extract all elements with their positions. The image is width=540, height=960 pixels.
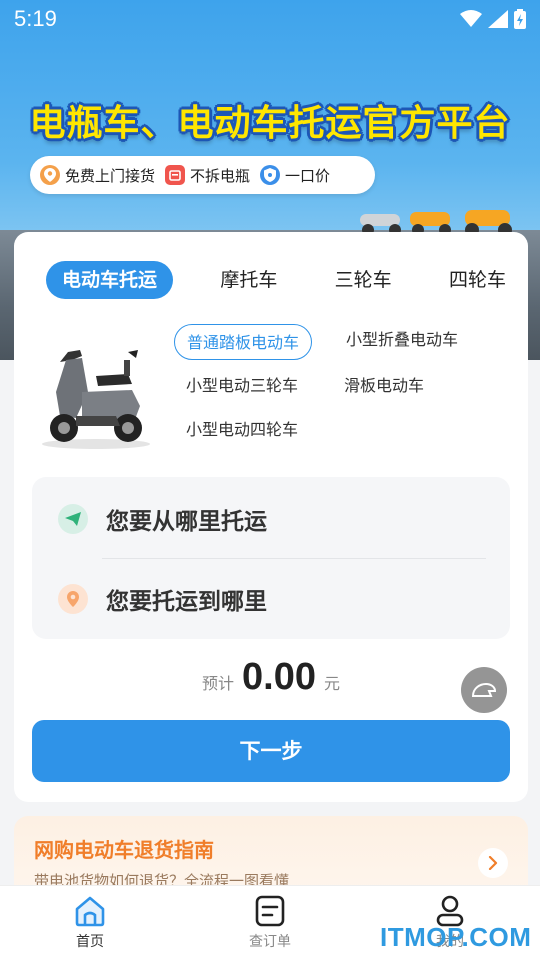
destination-pin-icon bbox=[58, 584, 88, 614]
watermark: ITMOP.COM bbox=[380, 922, 532, 952]
tab-four-wheeler[interactable]: 四轮车 bbox=[439, 261, 516, 299]
from-address-placeholder: 您要从哪里托运 bbox=[106, 509, 267, 535]
estimate-price: 0.00 bbox=[242, 656, 316, 698]
feature-free-pickup: 免费上门接货 bbox=[40, 165, 155, 186]
nav-label: 首页 bbox=[76, 934, 104, 950]
status-icons bbox=[460, 9, 526, 29]
status-bar: 5:19 bbox=[0, 0, 540, 38]
chevron-right-icon[interactable] bbox=[478, 848, 508, 878]
tab-tricycle[interactable]: 三轮车 bbox=[325, 261, 402, 299]
estimate-unit: 元 bbox=[323, 674, 340, 693]
subtype-standard-scooter[interactable]: 普通踏板电动车 bbox=[174, 324, 313, 360]
subtype-small-tricycle[interactable]: 小型电动三轮车 bbox=[186, 368, 298, 404]
wifi-icon bbox=[460, 10, 482, 27]
location-pin-icon bbox=[40, 165, 60, 185]
feature-pill: 免费上门接货 不拆电瓶 一口价 bbox=[30, 156, 375, 194]
to-address-field[interactable]: 您要托运到哪里 bbox=[32, 559, 510, 639]
floating-assist-button[interactable] bbox=[461, 667, 507, 713]
cellular-signal-icon bbox=[488, 10, 508, 28]
to-address-placeholder: 您要托运到哪里 bbox=[106, 589, 267, 615]
nav-orders[interactable]: 查订单 bbox=[200, 895, 340, 951]
helmet-icon bbox=[471, 682, 497, 697]
booking-card: 电动车托运 摩托车 三轮车 四轮车 普通踏板电动车 小型折叠电动车 小型电动三轮… bbox=[14, 232, 528, 802]
guide-title: 网购电动车退货指南 bbox=[34, 838, 214, 862]
send-icon bbox=[58, 504, 88, 534]
battery-box-icon bbox=[165, 165, 186, 185]
subtype-small-four-wheeler[interactable]: 小型电动四轮车 bbox=[186, 412, 298, 448]
hero-headline: 电瓶车、电动车托运官方平台 bbox=[29, 103, 511, 144]
home-icon bbox=[75, 896, 105, 927]
feature-fixed-price: 一口价 bbox=[260, 165, 330, 186]
nav-home[interactable]: 首页 bbox=[20, 895, 160, 951]
price-estimate: 预计 0.00 元 bbox=[14, 656, 528, 712]
shield-price-icon bbox=[260, 165, 281, 185]
status-time: 5:19 bbox=[14, 6, 57, 31]
feature-no-battery-removal: 不拆电瓶 bbox=[165, 165, 250, 186]
estimate-label: 预计 bbox=[202, 674, 235, 693]
feature-label: 免费上门接货 bbox=[65, 166, 156, 185]
subtype-electric-scooter[interactable]: 滑板电动车 bbox=[344, 368, 424, 404]
feature-label: 不拆电瓶 bbox=[190, 166, 251, 185]
subtype-folding-ebike[interactable]: 小型折叠电动车 bbox=[346, 322, 458, 358]
next-step-button[interactable]: 下一步 bbox=[32, 720, 510, 782]
from-address-field[interactable]: 您要从哪里托运 bbox=[32, 479, 510, 559]
battery-icon bbox=[514, 9, 526, 29]
vehicle-type-tabs: 电动车托运 摩托车 三轮车 四轮车 bbox=[46, 260, 516, 300]
scooter-image bbox=[42, 350, 150, 449]
nav-label: 查订单 bbox=[249, 934, 291, 950]
address-box: 您要从哪里托运 您要托运到哪里 bbox=[32, 477, 510, 639]
tab-electric-bike[interactable]: 电动车托运 bbox=[46, 261, 174, 299]
tab-motorcycle[interactable]: 摩托车 bbox=[210, 261, 287, 299]
order-list-icon bbox=[255, 895, 285, 927]
feature-label: 一口价 bbox=[285, 166, 331, 185]
